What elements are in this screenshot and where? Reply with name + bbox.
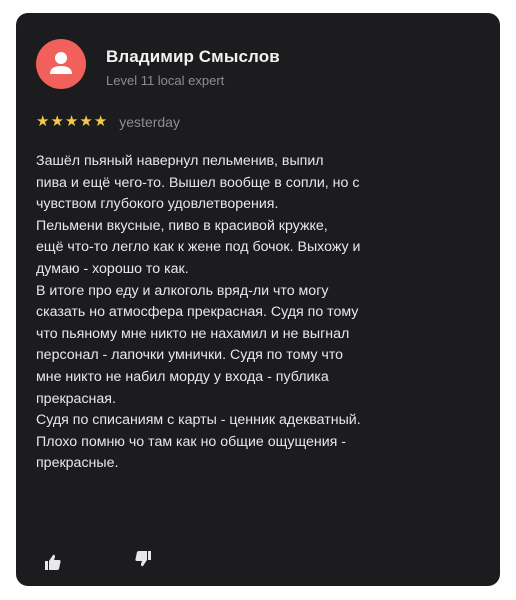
review-text-line: персонал - лапочки умнички. Судя по тому… (36, 347, 344, 364)
review-text-line: прекрасная. (36, 390, 116, 407)
review-text-line: сказать но атмосфера прекрасная. Судя по… (36, 304, 359, 321)
star-icon: ★ (36, 113, 50, 130)
review-date: yesterday (119, 114, 180, 130)
review-text-line: Плохо помню чо там как но общие ощущения… (36, 433, 347, 450)
review-text-line: мне никто не набил морду у входа - публи… (36, 368, 329, 385)
review-text-line: чувством глубокого удовлетворения. (36, 196, 279, 213)
review-text-line: прекрасные. (36, 455, 119, 472)
review-text-line: что пьяному мне никто не нахамил и не вы… (36, 325, 350, 342)
author-name[interactable]: Владимир Смыслов (106, 47, 280, 67)
avatar[interactable] (36, 39, 86, 89)
review-text-line: Пельмени вкусные, пиво в красивой кружке… (36, 217, 328, 234)
star-icon: ★ (93, 113, 108, 130)
review-text-line: ещё что-то легло как к жене под бочок. В… (36, 239, 361, 256)
review-text-line: пива и ещё чего-то. Вышел вообще в сопли… (36, 174, 360, 191)
user-icon (50, 52, 72, 74)
star-icon: ★ (50, 113, 64, 130)
review-text-line: Зашёл пьяный навернул пельменив, выпил (36, 153, 324, 169)
author-level: Level 11 local expert (106, 73, 225, 88)
thumbs-down-icon[interactable] (133, 549, 153, 569)
review-card: Владимир Смыслов Level 11 local expert ★… (16, 13, 500, 586)
thumbs-up-icon[interactable] (43, 552, 63, 572)
review-text-line: Судя по списаниям с карты - ценник адекв… (36, 412, 361, 429)
star-icon: ★ (64, 113, 79, 130)
rating-row: ★ ★ ★ ★ ★ yesterday (36, 113, 180, 131)
review-text-line: В итоге про еду и алкоголь вряд-ли что м… (36, 282, 329, 299)
rating-stars: ★ ★ ★ ★ ★ (36, 113, 107, 131)
star-icon: ★ (79, 113, 93, 130)
review-text-line: думаю - хорошо то как. (36, 260, 189, 277)
review-text: Зашёл пьяный навернул пельменив, выпил пи… (36, 151, 488, 475)
